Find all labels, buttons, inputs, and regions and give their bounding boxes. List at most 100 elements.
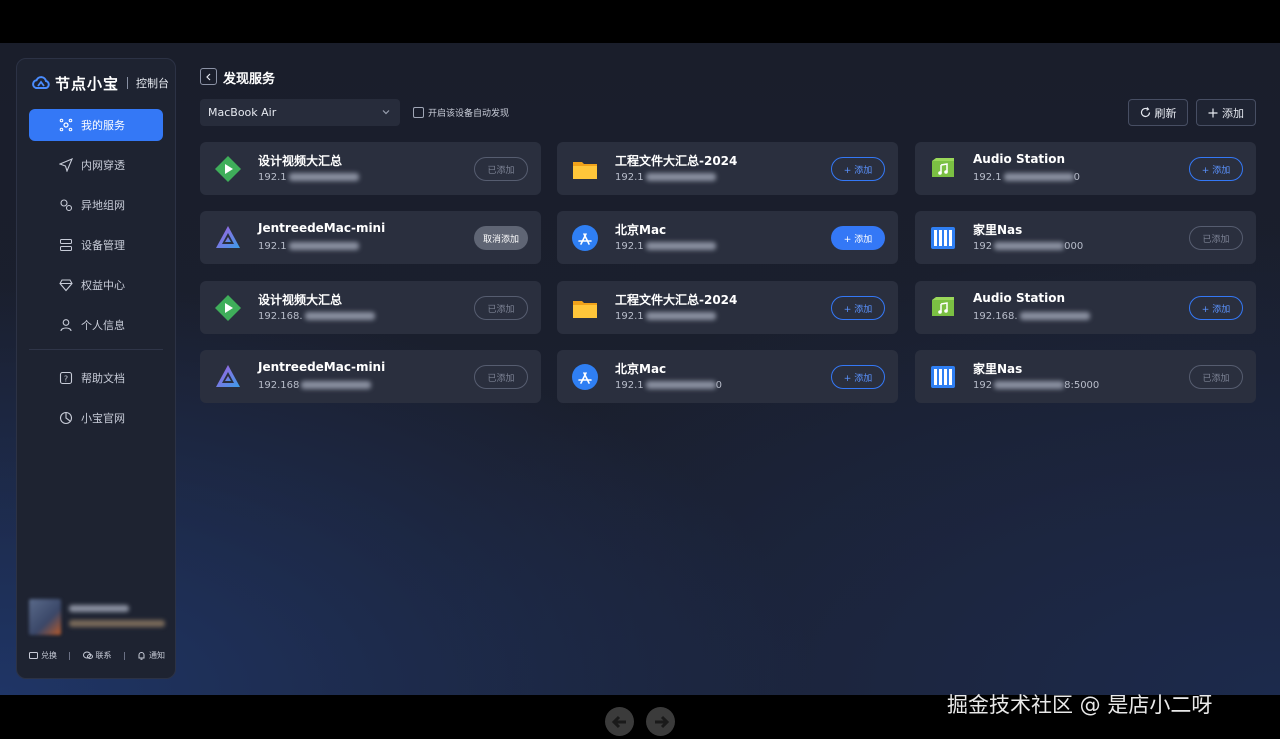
service-ip-text: 192.1 [615,380,644,391]
footer-divider [69,651,71,660]
send-icon [59,158,73,172]
service-action-button[interactable]: 已添加 [474,365,528,389]
service-action-button[interactable]: + 添加 [1189,157,1243,181]
back-button[interactable] [200,68,217,85]
service-card: 工程文件大汇总-2024 192.1 + 添加 [557,142,898,195]
exchange-icon [29,652,38,659]
service-ip: 192 8:5000 [973,380,1099,391]
service-action-button[interactable]: 已添加 [1189,365,1243,389]
service-ip-text: 192.1 [258,241,287,252]
service-ip: 192.1 0 [973,172,1080,183]
play-icon [214,294,242,322]
ip-redaction [301,381,372,389]
folder-icon [571,155,599,183]
notify-link[interactable]: 通知 [137,650,165,661]
service-action-button[interactable]: + 添加 [831,157,885,181]
page-title: 发现服务 [223,72,276,87]
refresh-label: 刷新 [1154,106,1177,120]
ip-redaction [994,242,1065,250]
ip-redaction [645,312,716,320]
service-action-button[interactable]: 已添加 [474,296,528,320]
sidebar-item-benefits[interactable]: 权益中心 [29,269,163,301]
sidebar-item-profile[interactable]: 个人信息 [29,309,163,341]
jellyfin-icon [214,224,242,252]
service-ip-text: 192.168 [258,380,300,391]
service-card: JentreedeMac-mini 192.168 已添加 [200,350,541,403]
sidebar-item-label: 异地组网 [81,199,125,212]
service-title: JentreedeMac-mini [258,360,386,374]
chevron-down-icon [382,110,390,115]
app-store-icon [571,363,599,391]
contact-label: 联系 [95,651,112,660]
service-ip: 192 000 [973,241,1083,252]
service-ip: 192.168 [258,380,372,391]
ip-redaction [1019,312,1090,320]
arrow-right-icon [654,715,669,728]
exchange-link[interactable]: 兑换 [29,650,57,661]
service-title: JentreedeMac-mini [258,221,386,235]
service-title: Audio Station [973,291,1066,305]
sidebar: 节点小宝 控制台 我的服务 内网穿透 异地组网 设备管理 权益中心 个人信息 ?… [16,58,176,679]
service-ip-text: 192.1 [615,311,644,322]
service-action-button[interactable]: 已添加 [474,157,528,181]
service-title: 家里Nas [973,362,1023,376]
sidebar-item-my-services[interactable]: 我的服务 [29,109,163,141]
service-ip: 192.1 [258,172,359,183]
service-ip-tail: 8:5000 [1064,380,1100,391]
arrow-left-icon [611,715,626,728]
ip-redaction [288,242,359,250]
user-icon [60,319,72,332]
service-ip: 192.168. [258,311,375,322]
service-action-button[interactable]: 取消添加 [474,226,528,250]
audio-station-icon [929,155,957,183]
service-ip-tail: 0 [1073,172,1081,183]
help-icon: ? [59,371,73,385]
ip-redaction [994,381,1065,389]
auto-discover-checkbox[interactable] [413,107,424,118]
service-action-button[interactable]: + 添加 [831,226,885,250]
add-button[interactable]: 添加 [1196,99,1256,126]
service-ip-text: 192.1 [258,172,287,183]
service-card: 工程文件大汇总-2024 192.1 + 添加 [557,281,898,334]
service-action-button[interactable]: + 添加 [1189,296,1243,320]
sidebar-item-devices[interactable]: 设备管理 [29,229,163,261]
refresh-icon [1140,107,1150,118]
contact-link[interactable]: 联系 [82,650,112,661]
sidebar-item-label: 权益中心 [81,279,125,292]
next-button[interactable] [646,707,675,736]
network-icon [60,199,73,212]
service-title: 北京Mac [615,362,667,376]
refresh-button[interactable]: 刷新 [1128,99,1188,126]
service-title: 设计视频大汇总 [258,154,343,168]
audio-station-icon [929,294,957,322]
sidebar-item-help[interactable]: ? 帮助文档 [29,362,163,394]
cloud-logo-icon [32,76,50,89]
plus-icon [1208,108,1218,117]
sidebar-item-remote-network[interactable]: 异地组网 [29,189,163,221]
brand: 节点小宝 控制台 [31,71,169,95]
sidebar-item-intranet[interactable]: 内网穿透 [29,149,163,181]
service-ip-text: 192.168. [258,311,303,322]
chevron-left-icon [205,73,210,80]
service-action-button[interactable]: + 添加 [831,365,885,389]
user-profile[interactable] [29,599,165,639]
auto-discover-toggle[interactable]: 开启该设备自动发现 [413,106,509,119]
service-action-button[interactable]: + 添加 [831,296,885,320]
diamond-icon [59,279,73,292]
sidebar-item-label: 小宝官网 [81,412,125,425]
service-title: 北京Mac [615,223,667,237]
service-action-button[interactable]: 已添加 [1189,226,1243,250]
previous-button[interactable] [605,707,634,736]
sidebar-item-label: 个人信息 [81,319,125,332]
sidebar-item-website[interactable]: 小宝官网 [29,402,163,434]
chat-icon [82,651,93,659]
service-ip-tail: 0 [715,380,723,391]
service-title: 设计视频大汇总 [258,293,343,307]
service-ip-tail: 000 [1064,241,1084,252]
service-ip-text: 192 [973,380,993,391]
jellyfin-icon [214,363,242,391]
ip-redaction [645,242,716,250]
service-ip-text: 192 [973,241,993,252]
device-select[interactable]: MacBook Air [200,99,400,126]
watermark: 掘金技术社区 @ 是店小二呀 [947,693,1213,717]
